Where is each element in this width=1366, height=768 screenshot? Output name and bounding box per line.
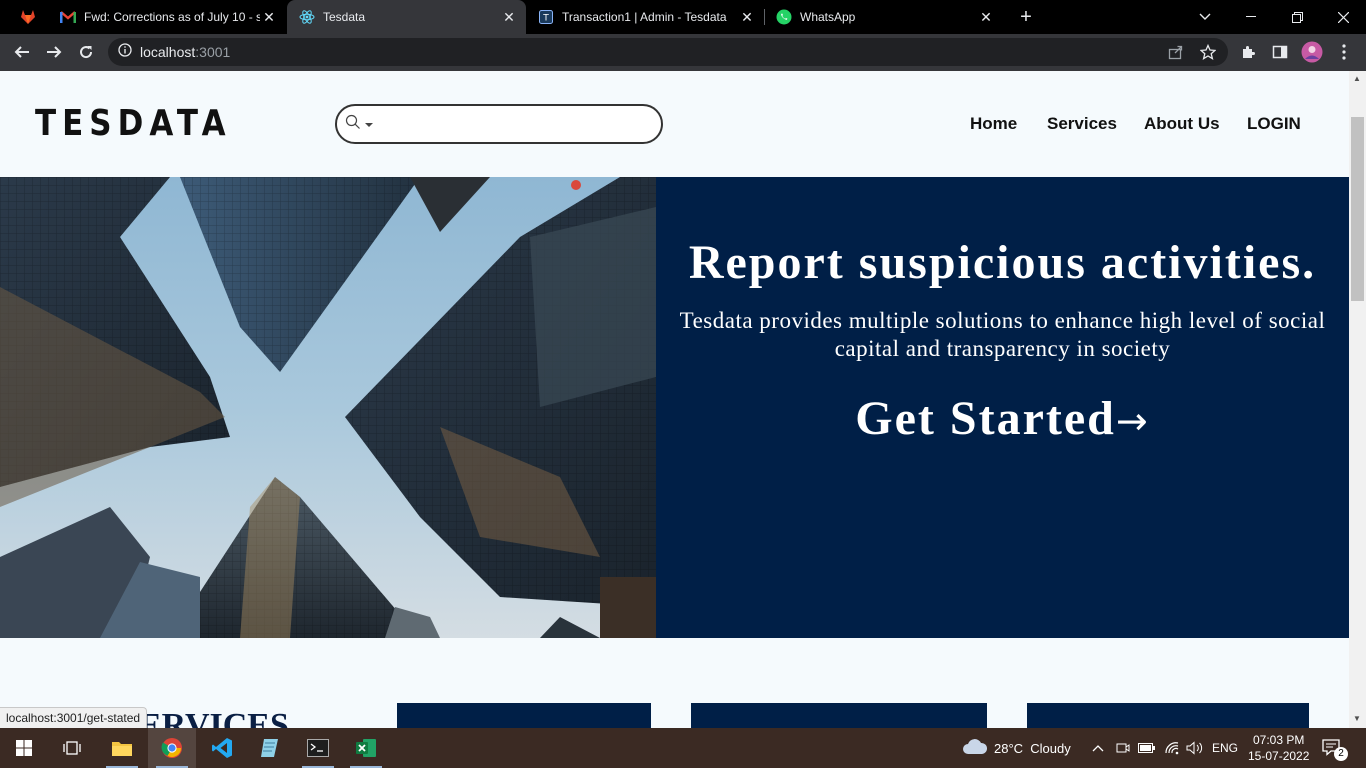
page-viewport: TESDATA Home Services About Us LOGIN Rep…: [0, 71, 1366, 728]
minimize-button[interactable]: [1228, 0, 1274, 34]
scroll-down-arrow-icon[interactable]: ▼: [1353, 714, 1361, 723]
task-view-icon[interactable]: [48, 728, 96, 768]
chrome-icon[interactable]: [148, 728, 196, 768]
svg-text:T: T: [542, 14, 549, 24]
cloud-icon: [962, 738, 988, 759]
bookmark-star-icon[interactable]: [1194, 38, 1222, 66]
windows-taskbar: 28°C Cloudy ENG 07:03 PM 15-07-2022 2: [0, 728, 1366, 768]
new-tab-button[interactable]: +: [1012, 3, 1040, 31]
nav-home-link[interactable]: Home: [970, 114, 1017, 134]
gitlab-icon[interactable]: [14, 3, 42, 31]
clock[interactable]: 07:03 PM 15-07-2022: [1248, 728, 1309, 768]
forward-button[interactable]: [40, 38, 68, 66]
close-tab-icon[interactable]: ✕: [500, 8, 518, 26]
search-input[interactable]: [380, 109, 661, 139]
tab-title: WhatsApp: [800, 10, 856, 24]
tab-gmail[interactable]: Fwd: Corrections as of July 10 - sa ✕: [48, 0, 286, 34]
reload-button[interactable]: [72, 38, 100, 66]
get-started-label: Get Started: [855, 392, 1116, 445]
tab-transaction-admin[interactable]: T Transaction1 | Admin - Tesdata ✕: [526, 0, 764, 34]
excel-icon[interactable]: [342, 728, 390, 768]
whatsapp-icon: [776, 9, 792, 25]
battery-icon[interactable]: [1138, 728, 1156, 768]
close-tab-icon[interactable]: ✕: [738, 8, 756, 26]
clock-time: 07:03 PM: [1253, 733, 1305, 747]
close-tab-icon[interactable]: ✕: [977, 8, 995, 26]
url-port: :3001: [195, 44, 231, 60]
terminal-icon[interactable]: [294, 728, 342, 768]
weather-widget[interactable]: 28°C Cloudy: [962, 728, 1071, 768]
hero-subtitle: Tesdata provides multiple solutions to e…: [679, 308, 1326, 361]
hero-skyscraper-image: [0, 177, 656, 638]
hero-title: Report suspicious activities.: [688, 236, 1317, 289]
scrollbar-thumb[interactable]: [1351, 117, 1364, 301]
wifi-icon[interactable]: [1164, 728, 1180, 768]
share-icon[interactable]: [1162, 38, 1190, 66]
extensions-icon[interactable]: [1234, 38, 1262, 66]
side-panel-icon[interactable]: [1266, 38, 1294, 66]
menu-kebab-icon[interactable]: [1330, 38, 1358, 66]
address-bar[interactable]: localhost:3001: [108, 38, 1228, 66]
browser-tab-strip: Fwd: Corrections as of July 10 - sa ✕ Te…: [0, 0, 1366, 34]
get-started-button[interactable]: Get Started→: [656, 391, 1349, 446]
notepad-icon[interactable]: [246, 728, 294, 768]
service-card[interactable]: [1027, 703, 1309, 728]
close-tab-icon[interactable]: ✕: [260, 8, 278, 26]
close-window-button[interactable]: [1320, 0, 1366, 34]
arrow-right-icon: →: [1115, 399, 1150, 443]
language-indicator[interactable]: ENG: [1212, 728, 1238, 768]
tab-tesdata[interactable]: Tesdata ✕: [287, 0, 526, 34]
restore-button[interactable]: [1274, 0, 1320, 34]
page-scrollbar[interactable]: ▲ ▼: [1349, 71, 1366, 728]
url-host: localhost: [140, 44, 196, 60]
hero-panel: Report suspicious activities. Tesdata pr…: [656, 177, 1349, 638]
site-search-box[interactable]: [335, 104, 663, 144]
nav-about-link[interactable]: About Us: [1144, 114, 1220, 134]
service-card[interactable]: [691, 703, 987, 728]
tab-title: Transaction1 | Admin - Tesdata: [562, 10, 727, 24]
browser-toolbar: localhost:3001: [0, 34, 1366, 71]
back-button[interactable]: [8, 38, 36, 66]
notification-count-badge: 2: [1334, 747, 1348, 761]
gmail-icon: [60, 9, 76, 25]
search-dropdown-icon[interactable]: [364, 115, 374, 133]
tab-search-icon[interactable]: [1182, 0, 1228, 34]
site-logo[interactable]: TESDATA: [35, 103, 232, 144]
site-info-icon[interactable]: [118, 42, 132, 62]
link-status-bubble: localhost:3001/get-stated: [0, 707, 148, 728]
clock-date: 15-07-2022: [1248, 749, 1310, 763]
tab-whatsapp[interactable]: WhatsApp ✕: [764, 0, 1003, 34]
volume-icon[interactable]: [1186, 728, 1204, 768]
meet-now-icon[interactable]: [1116, 728, 1130, 768]
file-explorer-icon[interactable]: [98, 728, 146, 768]
weather-text: 28°C Cloudy: [994, 740, 1071, 756]
notification-center-icon[interactable]: 2: [1322, 728, 1348, 768]
show-hidden-icons-chevron[interactable]: [1092, 728, 1104, 768]
react-icon: [299, 9, 315, 25]
tab-title: Tesdata: [323, 10, 366, 24]
nav-login-link[interactable]: LOGIN: [1247, 114, 1301, 134]
profile-avatar[interactable]: [1298, 38, 1326, 66]
search-icon[interactable]: [345, 114, 361, 135]
admin-icon: T: [538, 9, 554, 25]
tab-title: Fwd: Corrections as of July 10 - sa: [84, 10, 260, 24]
windows-start-icon[interactable]: [0, 728, 48, 768]
scroll-up-arrow-icon[interactable]: ▲: [1353, 74, 1361, 83]
vscode-icon[interactable]: [198, 728, 246, 768]
nav-services-link[interactable]: Services: [1047, 114, 1117, 134]
service-card[interactable]: [397, 703, 651, 728]
